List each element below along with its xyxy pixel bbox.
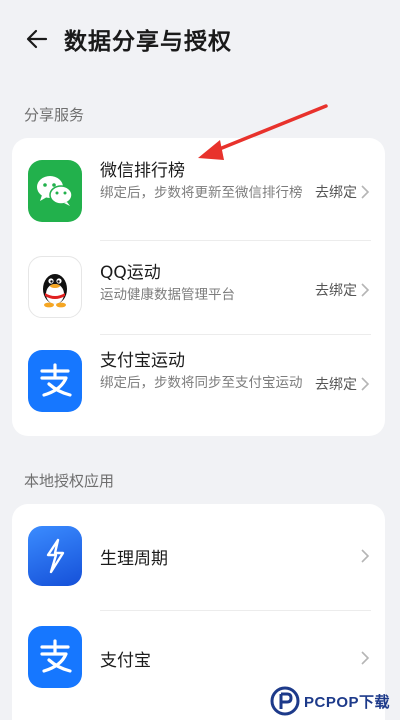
period-tracker-icon [28,526,82,586]
alipay-icon [28,626,82,688]
divider [100,240,371,241]
watermark-text: PCPOP下载 [304,693,391,711]
share-item-desc: 运动健康数据管理平台 [100,287,235,303]
share-item-qq[interactable]: QQ运动 运动健康数据管理平台 去绑定 [12,242,385,330]
share-item-title: 微信排行榜 [100,161,185,181]
divider [100,334,371,335]
local-app-title: 支付宝 [100,651,151,671]
divider [100,610,371,611]
qq-icon [28,256,82,318]
share-item-title: 支付宝运动 [100,351,185,371]
header: 数据分享与授权 [0,0,400,80]
section-label-local-apps: 本地授权应用 [24,472,115,490]
local-app-title: 生理周期 [100,549,168,569]
share-item-alipay-sport[interactable]: 支付宝运动 绑定后，步数将同步至支付宝运动 去绑定 [12,336,385,436]
page-title: 数据分享与授权 [64,29,232,55]
pcpop-logo-icon [270,686,300,716]
back-arrow-icon [26,29,48,49]
share-item-title: QQ运动 [100,263,161,283]
chevron-right-icon [361,185,370,199]
back-button[interactable] [22,24,52,54]
watermark: PCPOP下载 [270,682,400,720]
share-item-desc: 绑定后，步数将更新至微信排行榜 [100,185,303,201]
chevron-right-icon [361,651,370,665]
share-services-card: 微信排行榜 绑定后，步数将更新至微信排行榜 去绑定 QQ运动 运动健康数据管理平… [12,138,385,436]
section-label-share-services: 分享服务 [24,106,85,124]
bind-button[interactable]: 去绑定 [315,374,357,394]
chevron-right-icon [361,549,370,563]
local-app-period[interactable]: 生理周期 [12,504,385,608]
share-item-desc: 绑定后，步数将同步至支付宝运动 [100,375,303,391]
chevron-right-icon [361,283,370,297]
bind-button[interactable]: 去绑定 [315,280,357,300]
alipay-icon [28,350,82,412]
bind-button[interactable]: 去绑定 [315,182,357,202]
chevron-right-icon [361,377,370,391]
annotation-arrow [198,104,328,160]
wechat-icon [28,160,82,222]
